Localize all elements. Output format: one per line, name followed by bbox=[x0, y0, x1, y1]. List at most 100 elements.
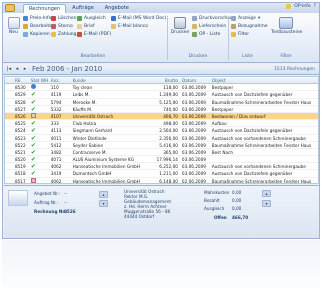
print-label: Drucken bbox=[170, 30, 190, 35]
col-header-re[interactable]: RE bbox=[13, 77, 29, 83]
cell-brutto: 17.996,14 bbox=[156, 157, 178, 163]
row-marker bbox=[5, 113, 13, 119]
order-number-value: -- bbox=[64, 200, 68, 205]
move-up-button[interactable]: ▴ bbox=[99, 191, 108, 198]
letter-button[interactable]: Brief bbox=[77, 23, 111, 30]
first-period-button[interactable]: |◂ bbox=[6, 66, 12, 72]
cell-objekt: Baumaßnahme Schreinerarbeiten Fenster Ha… bbox=[211, 178, 312, 184]
tab-rechnungen[interactable]: Rechnungen bbox=[23, 4, 67, 13]
col-header-anz[interactable]: Anz. bbox=[49, 77, 71, 83]
display-dropdown[interactable]: Anzeige ▾ bbox=[231, 15, 268, 22]
table-row[interactable]: 8525 ✔ 333 Club Holzia 498,00 03.06.2009… bbox=[5, 120, 318, 128]
text-blocks-button[interactable]: Textbausteine bbox=[271, 16, 302, 35]
cell-kd: 4113 bbox=[50, 128, 62, 134]
cell-kd: 333 bbox=[50, 121, 59, 127]
cell-status bbox=[29, 112, 39, 119]
row-marker bbox=[5, 142, 13, 148]
tab-auftraege[interactable]: Aufträge bbox=[67, 4, 99, 13]
payment-button[interactable]: Zahlung bbox=[51, 31, 77, 38]
edit-button[interactable]: Bearbeiten bbox=[23, 23, 55, 30]
prelo-info-button[interactable]: Prelo-Info bbox=[23, 15, 55, 22]
open-amount-label: Offen bbox=[214, 215, 227, 220]
tab-angebote[interactable]: Angebote bbox=[100, 4, 134, 13]
balance-value: 0,00 bbox=[232, 206, 242, 211]
table-row[interactable]: 8521 ✔ 3482 Contracserve M. 365,00 03.06… bbox=[5, 149, 318, 157]
app-menu-icon[interactable] bbox=[5, 4, 15, 12]
copy-label: Kopieren bbox=[30, 32, 50, 37]
cell-kd: 4062 bbox=[50, 164, 62, 170]
cell-kd: 5332 bbox=[50, 106, 62, 112]
help-icon[interactable]: ? bbox=[314, 4, 316, 9]
col-header-brutto[interactable]: Brutto bbox=[150, 77, 180, 83]
cell-brutto: 2.564,00 bbox=[159, 128, 178, 134]
ribbon-col-3: Ausgleich Brief E-Mail (PDF) bbox=[77, 15, 111, 38]
col-header-kunde[interactable]: Kunde bbox=[71, 77, 150, 83]
view-icon bbox=[231, 16, 236, 21]
copy-button[interactable]: Kopieren bbox=[23, 31, 55, 38]
delete-button[interactable]: Löschen bbox=[51, 15, 77, 22]
ausgleich-label: Ausgleich bbox=[84, 16, 106, 21]
scroll-down-button[interactable]: ▾ bbox=[262, 200, 271, 207]
op-list-button[interactable]: OP - Liste bbox=[192, 31, 233, 38]
email-blank-button[interactable]: E-Mail blanco bbox=[111, 23, 166, 30]
cell-objekt: Aufbau bbox=[211, 121, 227, 127]
row-marker bbox=[5, 135, 13, 141]
col-header-datum[interactable]: Datum bbox=[180, 77, 210, 83]
table-row[interactable]: 8518 ✔ 3419 Dumontech GmbH 1.211,00 03.0… bbox=[5, 170, 318, 178]
move-down-button[interactable]: ▾ bbox=[99, 200, 108, 207]
print-preview-button[interactable]: Druckvorschau bbox=[192, 15, 233, 22]
email-blank-label: E-Mail blanco bbox=[118, 24, 148, 29]
cell-brutto: 498,00 bbox=[163, 121, 178, 127]
previous-period-button[interactable]: ◂ bbox=[14, 66, 20, 72]
table-row[interactable]: 8528 ✔ 5794 Merooke M. 5.125,00 03.06.20… bbox=[5, 99, 318, 106]
table-row[interactable]: 8520 ✔ 4071 ALUS Aluminium Systeme KG 17… bbox=[5, 156, 318, 164]
printer-icon bbox=[174, 17, 186, 29]
copy-icon bbox=[23, 32, 28, 37]
cell-datum: 03.06.2009 bbox=[181, 135, 206, 141]
reference-button[interactable]: Bezugnahme bbox=[231, 23, 268, 30]
cell-status: ✔ bbox=[29, 99, 39, 105]
col-header-objekt[interactable]: Objekt bbox=[210, 77, 318, 83]
cell-wh bbox=[39, 113, 49, 119]
user-box[interactable]: OP-Info ? bbox=[286, 4, 316, 9]
col-header-status[interactable]: Status bbox=[29, 77, 39, 83]
storno-button[interactable]: Storno bbox=[51, 23, 77, 30]
display-label: Anzeige bbox=[238, 16, 256, 21]
cell-kunde: Hanseatische Immobilien GmbH bbox=[72, 164, 140, 170]
cell-brutto: 5.125,00 bbox=[159, 99, 178, 105]
ausgleich-button[interactable]: Ausgleich bbox=[77, 15, 111, 22]
table-row[interactable]: 8527 ✔ 5332 Käuffe M. 740,00 03.06.2009 … bbox=[5, 106, 318, 113]
order-number-label: Auftrag Nr.: bbox=[34, 200, 59, 205]
table-row[interactable]: 8522 ✔ 5412 Seyder Sabine 5.416,00 03.06… bbox=[5, 142, 318, 149]
cell-kunde: Merooke M. bbox=[72, 99, 97, 105]
scroll-up-button[interactable]: ▴ bbox=[262, 190, 271, 197]
cell-status: ✔ bbox=[29, 106, 39, 112]
delivery-note-button[interactable]: Lieferschein bbox=[192, 23, 233, 30]
table-row[interactable]: 8529 ✔ 4119 Leibs M. 1.249,00 03.06.2009… bbox=[5, 91, 318, 99]
col-header-wh[interactable]: WH bbox=[39, 77, 49, 83]
email-word-button[interactable]: E-Mail (MS Word Doc) bbox=[111, 15, 166, 22]
cell-brutto: 2.356,00 bbox=[159, 135, 178, 141]
table-row[interactable]: 8530 110 Toy clean 118,00 03.06.2009 Bes… bbox=[5, 84, 318, 92]
table-row[interactable]: 8523 ✔ 4011 Winter Dietlinde 2.356,00 03… bbox=[5, 135, 318, 142]
cell-wh bbox=[39, 149, 49, 155]
new-button[interactable]: Neu bbox=[5, 16, 22, 35]
cell-datum: 03.06.2009 bbox=[181, 99, 206, 105]
cell-kunde: Club Holzia bbox=[72, 121, 97, 127]
cell-kunde: Toy clean bbox=[72, 85, 93, 91]
filter-button[interactable]: Filter bbox=[231, 31, 268, 38]
table-row[interactable]: 8524 ✔ 4113 Siegmann Gerhard 2.564,00 03… bbox=[5, 127, 318, 135]
email-pdf-button[interactable]: E-Mail (PDF) bbox=[77, 31, 111, 38]
table-row[interactable]: 8517 4062 Hanseatische Immobilien GmbH 6… bbox=[5, 177, 318, 184]
table-row[interactable]: 8519 ✔ 4062 Hanseatische Immobilien GmbH… bbox=[5, 163, 318, 171]
print-button[interactable]: Drucken bbox=[170, 16, 190, 35]
ribbon-col-4: E-Mail (MS Word Doc) E-Mail blanco bbox=[111, 15, 166, 30]
open-amount-value: 466,70 bbox=[232, 215, 249, 220]
cell-brutto: 1.249,00 bbox=[159, 92, 178, 98]
cell-datum: 03.06.2009 bbox=[181, 171, 206, 177]
table-row[interactable]: 8526 4107 Universität Ostrach 466,70 03.… bbox=[5, 112, 318, 121]
next-period-button[interactable]: ▸ bbox=[22, 66, 28, 72]
cell-objekt: Bestpaper bbox=[211, 85, 234, 91]
col-header-marker[interactable] bbox=[5, 77, 13, 83]
cell-objekt: Austausch von Dachziefeln gegenüber bbox=[211, 92, 293, 98]
